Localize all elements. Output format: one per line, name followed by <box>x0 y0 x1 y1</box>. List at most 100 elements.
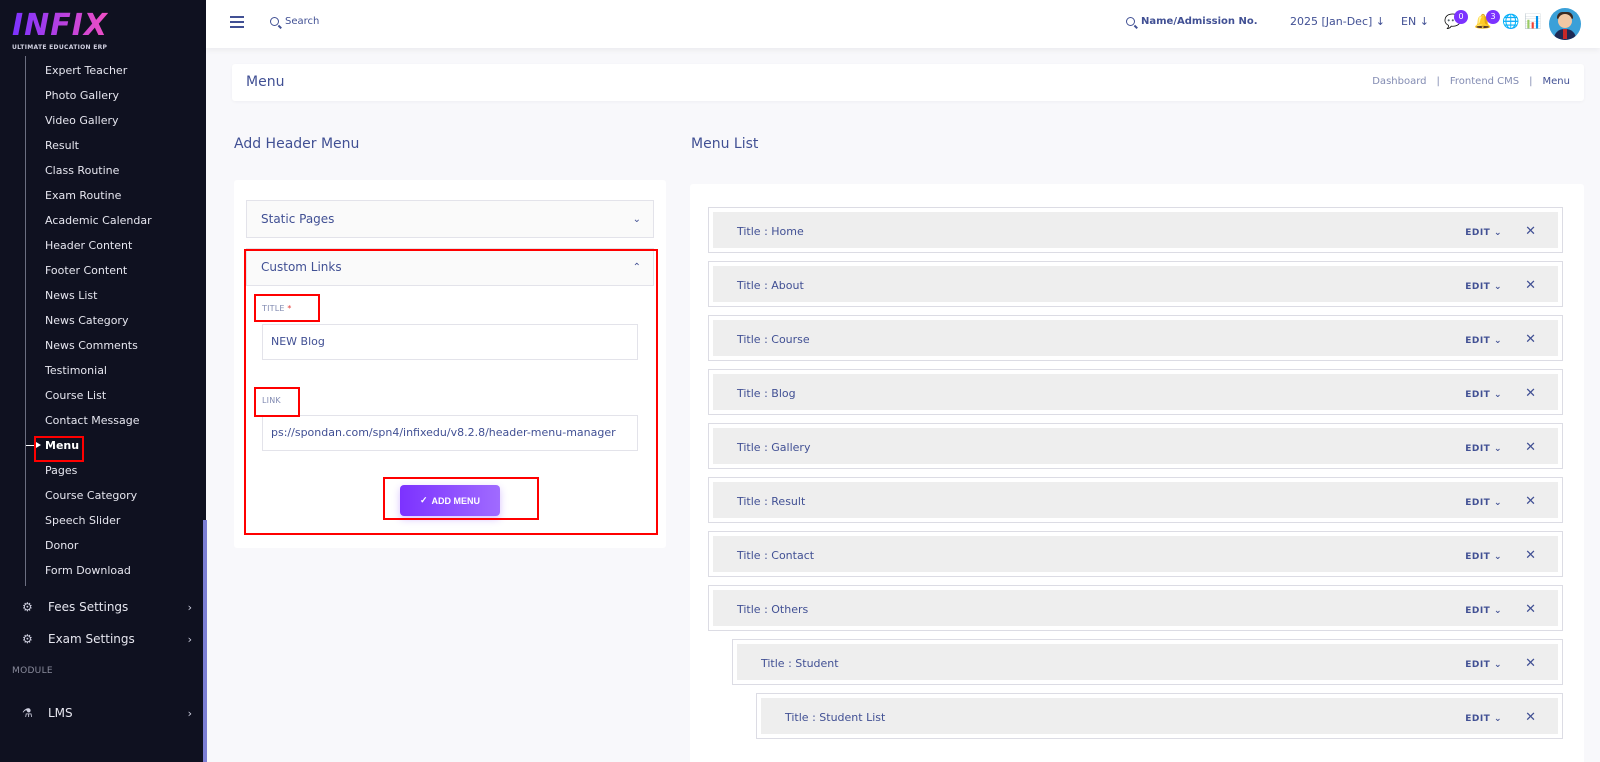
close-icon[interactable]: ✕ <box>1525 224 1536 239</box>
close-icon[interactable]: ✕ <box>1525 332 1536 347</box>
menu-item-title: Title : About <box>737 279 804 292</box>
sidebar-item-form-download[interactable]: Form Download <box>45 564 131 577</box>
language-selector[interactable]: EN ↓ <box>1401 15 1429 28</box>
menu-item-title: Title : Student List <box>785 711 886 724</box>
menu-item-body: Title : Result EDIT ⌄ ✕ <box>713 482 1558 518</box>
sidebar-item-news-category[interactable]: News Category <box>45 314 128 327</box>
menu-item-body: Title : Student List EDIT ⌄ ✕ <box>761 698 1558 734</box>
sidebar-item-pages[interactable]: Pages <box>45 464 77 477</box>
menu-item-body: Title : Home EDIT ⌄ ✕ <box>713 212 1558 248</box>
menu-item-title: Title : Result <box>737 495 806 508</box>
edit-dropdown-button[interactable]: EDIT ⌄ <box>1465 390 1502 400</box>
add-header-menu-title: Add Header Menu <box>234 136 360 152</box>
search-icon <box>270 17 279 26</box>
breadcrumb-frontend-cms[interactable]: Frontend CMS <box>1450 76 1519 87</box>
sidebar-item-academic-calendar[interactable]: Academic Calendar <box>45 214 152 227</box>
menu-item-title: Title : Contact <box>737 549 815 562</box>
app-logo[interactable]: INFIX ULTIMATE EDUCATION ERP <box>12 10 108 52</box>
edit-dropdown-button[interactable]: EDIT ⌄ <box>1465 282 1502 292</box>
messages-badge: 0 <box>1454 10 1468 24</box>
year-selector[interactable]: 2025 [Jan-Dec] ↓ <box>1290 15 1385 28</box>
menu-list-item[interactable]: Title : Gallery EDIT ⌄ ✕ <box>708 423 1563 469</box>
highlight-box-link <box>254 387 300 417</box>
menu-item-body: Title : Course EDIT ⌄ ✕ <box>713 320 1558 356</box>
sidebar-item-expert-teacher[interactable]: Expert Teacher <box>45 64 127 77</box>
avatar[interactable] <box>1549 8 1581 40</box>
menu-list-item[interactable]: Title : Result EDIT ⌄ ✕ <box>708 477 1563 523</box>
close-icon[interactable]: ✕ <box>1525 602 1536 617</box>
topbar: Search Name/Admission No. 2025 [Jan-Dec]… <box>206 0 1600 48</box>
sidebar-item-donor[interactable]: Donor <box>45 539 78 552</box>
search-icon <box>1126 17 1135 26</box>
sidebar-scrollbar[interactable] <box>203 520 207 762</box>
year-label: 2025 [Jan-Dec] <box>1290 15 1373 28</box>
menu-item-body: Title : Contact EDIT ⌄ ✕ <box>713 536 1558 572</box>
highlight-box-add-button <box>383 477 539 520</box>
breadcrumb-dashboard[interactable]: Dashboard <box>1372 76 1426 87</box>
static-pages-accordion[interactable]: Static Pages ⌄ <box>246 200 654 238</box>
sidebar-group-label: Fees Settings <box>48 600 129 614</box>
logo-subtitle: ULTIMATE EDUCATION ERP <box>12 44 108 51</box>
admission-search-label: Name/Admission No. <box>1141 16 1258 27</box>
close-icon[interactable]: ✕ <box>1525 386 1536 401</box>
chart-icon[interactable]: 📊 <box>1524 14 1541 30</box>
menu-item-title: Title : Others <box>737 603 809 616</box>
close-icon[interactable]: ✕ <box>1525 656 1536 671</box>
sidebar-item-course-list[interactable]: Course List <box>45 389 106 402</box>
sidebar-group-exam-settings[interactable]: ⚙ Exam Settings › <box>22 628 192 650</box>
search-bar[interactable]: Search <box>270 16 319 27</box>
highlight-box-title <box>254 294 320 322</box>
page-header: Menu Dashboard | Frontend CMS | Menu <box>232 64 1584 101</box>
menu-list-title: Menu List <box>691 136 759 152</box>
close-icon[interactable]: ✕ <box>1525 278 1536 293</box>
menu-list-item[interactable]: Title : Blog EDIT ⌄ ✕ <box>708 369 1563 415</box>
edit-dropdown-button[interactable]: EDIT ⌄ <box>1465 552 1502 562</box>
menu-list-item[interactable]: Title : About EDIT ⌄ ✕ <box>708 261 1563 307</box>
notifications-badge: 3 <box>1486 10 1500 24</box>
edit-dropdown-button[interactable]: EDIT ⌄ <box>1465 714 1502 724</box>
close-icon[interactable]: ✕ <box>1525 494 1536 509</box>
flask-icon: ⚗ <box>22 706 33 720</box>
sidebar-item-contact-message[interactable]: Contact Message <box>45 414 140 427</box>
menu-item-title: Title : Blog <box>737 387 796 400</box>
edit-dropdown-button[interactable]: EDIT ⌄ <box>1465 336 1502 346</box>
menu-item-body: Title : Student EDIT ⌄ ✕ <box>737 644 1558 680</box>
edit-dropdown-button[interactable]: EDIT ⌄ <box>1465 228 1502 238</box>
sidebar-item-testimonial[interactable]: Testimonial <box>45 364 107 377</box>
globe-icon[interactable]: 🌐 <box>1502 14 1519 30</box>
menu-list-item[interactable]: Title : Others EDIT ⌄ ✕ <box>708 585 1563 631</box>
close-icon[interactable]: ✕ <box>1525 548 1536 563</box>
arrow-down-icon: ↓ <box>1375 15 1386 28</box>
sidebar-item-footer-content[interactable]: Footer Content <box>45 264 127 277</box>
edit-dropdown-button[interactable]: EDIT ⌄ <box>1465 444 1502 454</box>
edit-dropdown-button[interactable]: EDIT ⌄ <box>1465 498 1502 508</box>
tree-line <box>25 56 26 586</box>
menu-list-item[interactable]: Title : Student List EDIT ⌄ ✕ <box>756 693 1563 739</box>
edit-dropdown-button[interactable]: EDIT ⌄ <box>1465 660 1502 670</box>
edit-dropdown-button[interactable]: EDIT ⌄ <box>1465 606 1502 616</box>
sidebar-item-exam-routine[interactable]: Exam Routine <box>45 189 121 202</box>
sidebar-item-news-list[interactable]: News List <box>45 289 97 302</box>
sidebar-item-header-content[interactable]: Header Content <box>45 239 132 252</box>
arrow-down-icon: ↓ <box>1419 15 1429 28</box>
sidebar-item-news-comments[interactable]: News Comments <box>45 339 138 352</box>
menu-list-item[interactable]: Title : Course EDIT ⌄ ✕ <box>708 315 1563 361</box>
sidebar-item-class-routine[interactable]: Class Routine <box>45 164 119 177</box>
sidebar-item-photo-gallery[interactable]: Photo Gallery <box>45 89 119 102</box>
admission-search[interactable]: Name/Admission No. <box>1126 16 1258 27</box>
menu-list-item[interactable]: Title : Student EDIT ⌄ ✕ <box>732 639 1563 685</box>
menu-item-title: Title : Gallery <box>737 441 811 454</box>
sidebar-item-speech-slider[interactable]: Speech Slider <box>45 514 120 527</box>
highlight-box-menu <box>34 436 84 462</box>
hamburger-menu-icon[interactable] <box>230 16 244 28</box>
sidebar-group-label: LMS <box>48 706 73 720</box>
menu-list-item[interactable]: Title : Contact EDIT ⌄ ✕ <box>708 531 1563 577</box>
sidebar-item-result[interactable]: Result <box>45 139 79 152</box>
close-icon[interactable]: ✕ <box>1525 440 1536 455</box>
sidebar-group-fees-settings[interactable]: ⚙ Fees Settings › <box>22 596 192 618</box>
sidebar-item-video-gallery[interactable]: Video Gallery <box>45 114 119 127</box>
close-icon[interactable]: ✕ <box>1525 710 1536 725</box>
menu-list-item[interactable]: Title : Home EDIT ⌄ ✕ <box>708 207 1563 253</box>
sidebar-group-lms[interactable]: ⚗ LMS › <box>22 702 192 724</box>
sidebar-item-course-category[interactable]: Course Category <box>45 489 137 502</box>
